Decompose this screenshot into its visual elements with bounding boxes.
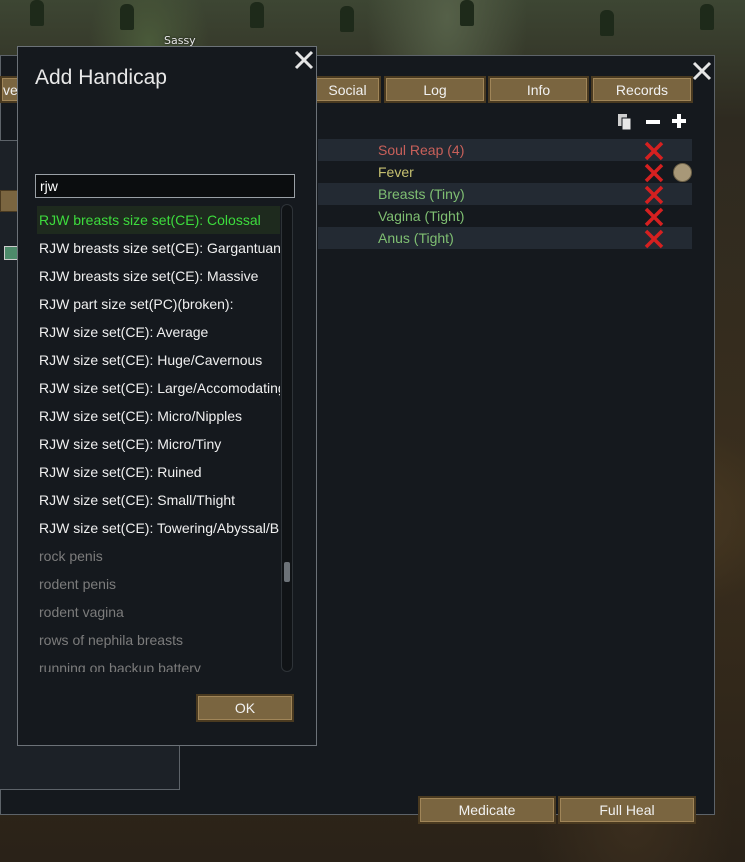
plus-icon[interactable]	[672, 114, 686, 128]
hediff-row[interactable]: Soul Reap (4)	[318, 139, 692, 161]
handicap-option[interactable]: RJW part size set(PC)(broken):	[37, 290, 280, 318]
item-icon	[4, 246, 18, 260]
tab-label: Records	[615, 81, 669, 98]
tab-label: Social	[328, 81, 367, 98]
hediff-row[interactable]: Anus (Tight)	[318, 227, 692, 249]
dialog-title: Add Handicap	[35, 66, 167, 89]
status-indicator-icon	[673, 163, 692, 182]
tree-sprite	[460, 0, 474, 26]
handicap-option[interactable]: RJW size set(CE): Ruined	[37, 458, 280, 486]
tree-sprite	[30, 0, 44, 26]
handicap-option[interactable]: RJW size set(CE): Average	[37, 318, 280, 346]
hediff-row[interactable]: Breasts (Tiny)	[318, 183, 692, 205]
remove-x-icon[interactable]	[644, 141, 664, 161]
remove-x-icon[interactable]	[644, 163, 664, 183]
handicap-option[interactable]: RJW breasts size set(CE): Colossal	[37, 206, 280, 234]
handicap-option[interactable]: rodent penis	[37, 570, 280, 598]
handicap-option[interactable]: RJW size set(CE): Small/Thight	[37, 486, 280, 514]
tab-info[interactable]: Info	[488, 76, 589, 103]
ok-button[interactable]: OK	[196, 694, 294, 722]
tree-sprite	[250, 2, 264, 28]
handicap-option[interactable]: rodent vagina	[37, 598, 280, 626]
tab-records[interactable]: Records	[591, 76, 693, 103]
handicap-option[interactable]: RJW breasts size set(CE): Gargantuan	[37, 234, 280, 262]
remove-x-icon[interactable]	[644, 207, 664, 227]
hediff-label: Breasts (Tiny)	[378, 186, 465, 202]
handicap-option[interactable]: RJW size set(CE): Micro/Tiny	[37, 430, 280, 458]
handicap-option[interactable]: rows of nephila breasts	[37, 626, 280, 654]
tree-sprite	[700, 4, 714, 30]
copy-icon[interactable]	[617, 113, 633, 131]
scrollbar-thumb[interactable]	[284, 562, 290, 582]
hediff-row[interactable]: Vagina (Tight)	[318, 205, 692, 227]
remove-x-icon[interactable]	[644, 229, 664, 249]
close-icon[interactable]	[292, 48, 316, 72]
button-label: Full Heal	[599, 802, 655, 818]
handicap-list: RJW breasts size set(CE): Colossal RJW br…	[37, 206, 280, 672]
close-icon[interactable]	[690, 59, 714, 83]
search-input[interactable]	[35, 174, 295, 198]
tab-label: Info	[526, 81, 551, 98]
handicap-option[interactable]: RJW size set(CE): Towering/Abyssal/B	[37, 514, 280, 542]
handicap-option[interactable]: rock penis	[37, 542, 280, 570]
handicap-option[interactable]: RJW breasts size set(CE): Massive	[37, 262, 280, 290]
tree-sprite	[600, 10, 614, 36]
handicap-option[interactable]: RJW size set(CE): Huge/Cavernous	[37, 346, 280, 374]
button-label: OK	[234, 700, 256, 716]
handicap-option[interactable]: running on backup battery	[37, 654, 280, 672]
handicap-option[interactable]: RJW size set(CE): Micro/Nipples	[37, 402, 280, 430]
tab-log[interactable]: Log	[384, 76, 486, 103]
button-label: Medicate	[458, 802, 516, 818]
tree-sprite	[120, 4, 134, 30]
remove-x-icon[interactable]	[644, 185, 664, 205]
handicap-option[interactable]: RJW size set(CE): Large/Accomodating	[37, 374, 280, 402]
medicate-button[interactable]: Medicate	[418, 796, 556, 824]
tab-social[interactable]: Social	[314, 76, 381, 103]
hediff-label: Fever	[378, 164, 414, 180]
hediff-row[interactable]: Fever	[318, 161, 692, 183]
hediff-label: Vagina (Tight)	[378, 208, 465, 224]
hediff-label: Anus (Tight)	[378, 230, 454, 246]
tab-label: Log	[423, 81, 447, 98]
minus-icon[interactable]	[646, 120, 660, 124]
list-scrollbar[interactable]	[281, 204, 293, 672]
full-heal-button[interactable]: Full Heal	[558, 796, 696, 824]
tree-sprite	[340, 6, 354, 32]
hediff-label: Soul Reap (4)	[378, 142, 465, 158]
